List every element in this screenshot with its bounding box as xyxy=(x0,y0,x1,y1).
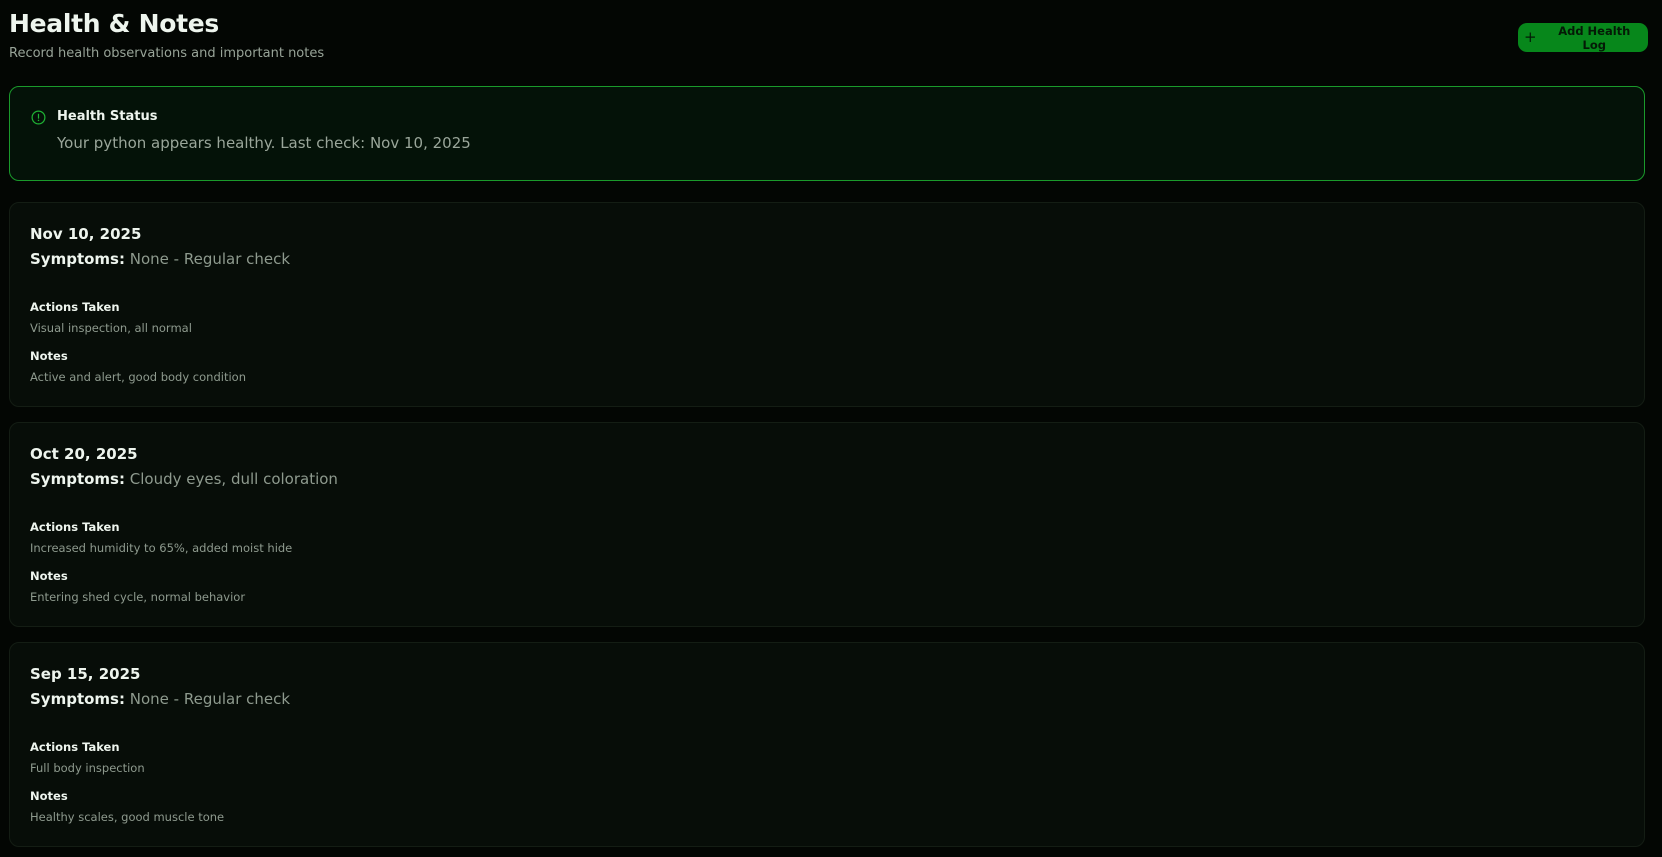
actions-taken-text: Full body inspection xyxy=(30,761,145,775)
actions-taken-text: Visual inspection, all normal xyxy=(30,321,192,335)
actions-taken-text: Increased humidity to 65%, added moist h… xyxy=(30,541,293,555)
notes-text: Healthy scales, good muscle tone xyxy=(30,810,225,824)
log-symptoms: Symptoms: Cloudy eyes, dull coloration xyxy=(30,470,338,488)
health-log-card: Sep 15, 2025 Symptoms: None - Regular ch… xyxy=(9,642,1645,847)
health-status-message: Your python appears healthy. Last check:… xyxy=(57,134,471,152)
symptoms-value: Cloudy eyes, dull coloration xyxy=(129,470,338,488)
health-log-card: Oct 20, 2025 Symptoms: Cloudy eyes, dull… xyxy=(9,422,1645,627)
notes-text: Active and alert, good body condition xyxy=(30,370,246,384)
page-subtitle: Record health observations and important… xyxy=(9,46,325,61)
health-log-card: Nov 10, 2025 Symptoms: None - Regular ch… xyxy=(9,202,1645,407)
health-status-card: Health Status Your python appears health… xyxy=(9,86,1645,181)
add-health-log-label: Add Health Log xyxy=(1558,23,1631,52)
page-title: Health & Notes xyxy=(9,9,219,38)
actions-taken-label: Actions Taken xyxy=(30,740,120,754)
page-header: Health & Notes Record health observation… xyxy=(9,8,1653,68)
notes-text: Entering shed cycle, normal behavior xyxy=(30,590,246,604)
health-notes-page: Health & Notes Record health observation… xyxy=(0,0,1662,857)
notes-label: Notes xyxy=(30,349,68,363)
add-health-log-button[interactable]: + Add Health Log xyxy=(1518,23,1648,52)
log-symptoms: Symptoms: None - Regular check xyxy=(30,690,290,708)
log-date: Nov 10, 2025 xyxy=(30,225,142,243)
notes-label: Notes xyxy=(30,789,68,803)
symptoms-label: Symptoms: xyxy=(30,690,125,708)
plus-icon: + xyxy=(1524,28,1537,46)
symptoms-label: Symptoms: xyxy=(30,470,125,488)
symptoms-value: None - Regular check xyxy=(129,690,291,708)
log-date: Sep 15, 2025 xyxy=(30,665,141,683)
actions-taken-label: Actions Taken xyxy=(30,520,120,534)
notes-label: Notes xyxy=(30,569,68,583)
alert-circle-icon xyxy=(31,110,46,125)
symptoms-label: Symptoms: xyxy=(30,250,125,268)
symptoms-value: None - Regular check xyxy=(129,250,291,268)
health-status-title: Health Status xyxy=(57,109,158,124)
log-date: Oct 20, 2025 xyxy=(30,445,138,463)
log-symptoms: Symptoms: None - Regular check xyxy=(30,250,290,268)
actions-taken-label: Actions Taken xyxy=(30,300,120,314)
